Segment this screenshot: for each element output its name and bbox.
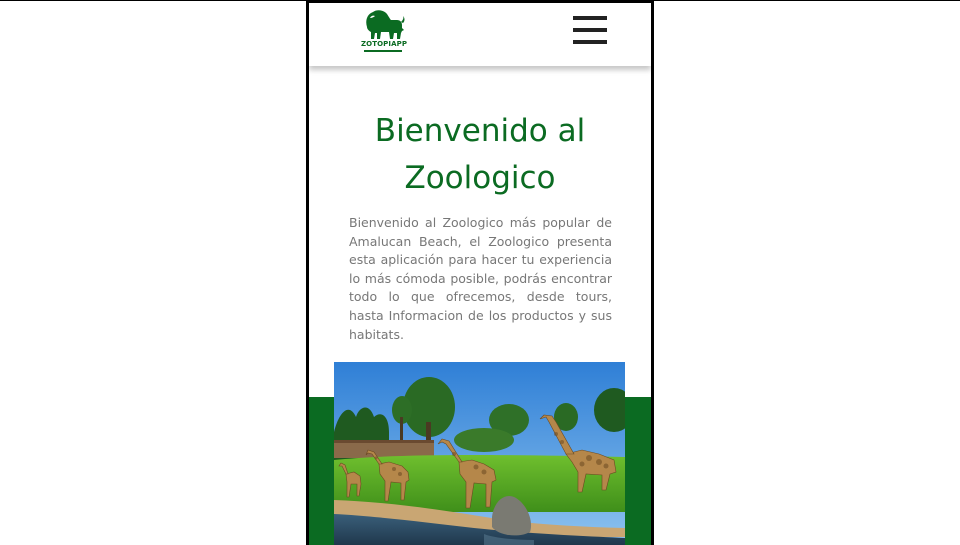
page-title: Bienvenido al Zoologico [309, 108, 651, 202]
menu-bar-bottom [573, 40, 607, 44]
lion-icon [366, 10, 405, 39]
page-title-line1: Bienvenido al [374, 113, 586, 149]
menu-bar-middle [573, 28, 607, 32]
mobile-viewport: ZOTOPIAPP Bienvenido al Zoologico Bienve… [306, 0, 654, 545]
hamburger-menu-icon[interactable] [573, 16, 607, 44]
page-title-line2: Zoologico [404, 160, 556, 196]
app-header: ZOTOPIAPP [309, 3, 651, 66]
menu-bar-top [573, 16, 607, 20]
zoo-giraffes-photo [334, 362, 625, 545]
zotopiapp-logo[interactable]: ZOTOPIAPP [361, 9, 408, 55]
logo-wordmark: ZOTOPIAPP [361, 40, 408, 48]
logo-underline [364, 50, 402, 52]
main-content: Bienvenido al Zoologico Bienvenido al Zo… [309, 66, 651, 545]
intro-paragraph: Bienvenido al Zoologico más popular de A… [349, 215, 612, 342]
